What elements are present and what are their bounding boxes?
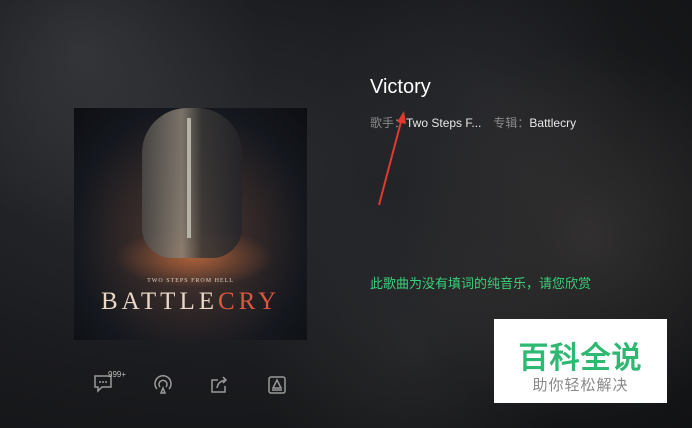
watermark-subtitle: 助你轻松解决 [532,377,629,394]
album-label: 专辑： [493,116,530,130]
share-button[interactable] [208,374,232,398]
comment-count-badge: 999+ [108,370,127,379]
album-cover: TWO STEPS FROM HELL BATTLECRY [74,108,307,340]
watermark-title: 百科全说 [518,342,643,375]
cover-subtitle: TWO STEPS FROM HELL [147,278,234,284]
cover-title: BATTLECRY [74,288,307,316]
cover-title-cry: CRY [218,288,281,315]
radio-icon [154,374,172,394]
album-link[interactable]: Battlecry [529,116,576,130]
cover-knight-figure [142,108,242,258]
cover-sword [187,118,191,238]
cover-title-battle: BATTLE [100,288,218,315]
comment-button[interactable]: 999+ [92,370,126,396]
artist-link[interactable]: Two Steps F... [406,116,481,130]
share-icon [211,376,228,393]
download-button[interactable] [266,374,290,398]
instrumental-notice: 此歌曲为没有填词的纯音乐，请您欣赏 [370,276,592,291]
song-title: Victory [370,76,431,98]
download-icon [268,376,286,394]
watermark-box: 百科全说 助你轻松解决 [494,319,667,403]
radio-button[interactable] [152,374,176,398]
red-arrow-annotation [378,111,406,206]
